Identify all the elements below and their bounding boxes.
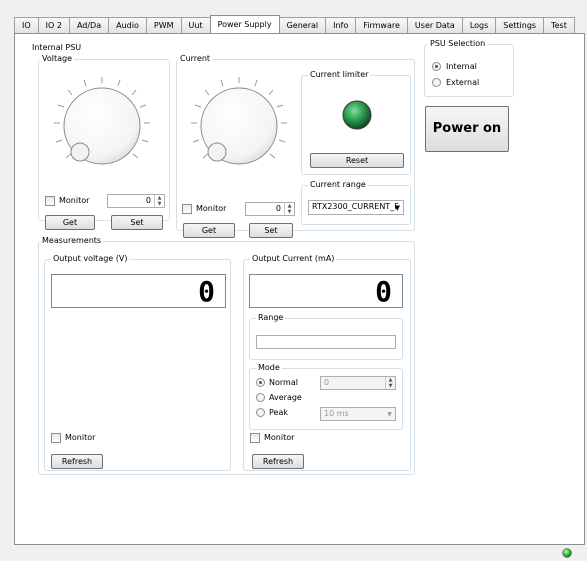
- spin-arrows-icon[interactable]: ▲ ▼: [284, 203, 294, 215]
- current-get-button[interactable]: Get: [183, 223, 235, 238]
- tab-uut[interactable]: Uut: [180, 17, 211, 33]
- voltage-set-button[interactable]: Set: [111, 215, 163, 230]
- output-current-monitor-checkbox[interactable]: [250, 433, 260, 443]
- mode-normal-label: Normal: [269, 378, 298, 387]
- current-monitor-checkbox[interactable]: [182, 204, 192, 214]
- status-led-icon: [562, 548, 572, 558]
- current-group: Current Monitor 0 ▲ ▼ Get Set Current limi…: [176, 54, 415, 238]
- current-monitor-label: Monitor: [196, 204, 227, 213]
- output-current-group: Output Current (mA) 0 Range Mode Normal …: [243, 254, 411, 471]
- mode-peak-label: Peak: [269, 408, 288, 417]
- tab-io-2[interactable]: IO 2: [37, 17, 70, 33]
- measurements-group: Measurements Output voltage (V) 0 Monito…: [38, 236, 415, 475]
- current-limiter-title: Current limiter: [308, 70, 371, 80]
- voltage-spinbox[interactable]: 0 ▲ ▼: [107, 194, 165, 208]
- mode-time-value: 10 ms: [324, 409, 349, 418]
- tab-test[interactable]: Test: [543, 17, 575, 33]
- application-window: IO IO 2 Ad/Da Audio PWM Uut Power Supply…: [0, 0, 587, 561]
- output-voltage-value: 0: [198, 275, 215, 308]
- current-limiter-led-icon: [342, 100, 372, 130]
- tab-bar: IO IO 2 Ad/Da Audio PWM Uut Power Supply…: [14, 15, 575, 33]
- current-range-selected: RTX2300_CURRENT_F: [312, 202, 399, 211]
- tab-general[interactable]: General: [278, 17, 327, 33]
- tab-power-supply[interactable]: Power Supply: [209, 15, 280, 33]
- tab-info[interactable]: Info: [325, 17, 357, 33]
- mode-average-label: Average: [269, 393, 302, 402]
- current-set-button[interactable]: Set: [249, 223, 293, 238]
- measurements-title: Measurements: [40, 236, 104, 246]
- current-limiter-group: Current limiter Reset: [301, 70, 411, 175]
- output-voltage-group: Output voltage (V) 0 Monitor Refresh: [44, 254, 231, 471]
- output-voltage-monitor-checkbox[interactable]: [51, 433, 61, 443]
- power-supply-panel: Internal PSU Voltage Monitor 0 ▲ ▼ Get S…: [14, 33, 585, 545]
- psu-selection-group: PSU Selection Internal External: [424, 39, 514, 97]
- tab-pwm[interactable]: PWM: [145, 17, 182, 33]
- output-current-value: 0: [375, 275, 392, 308]
- output-current-title: Output Current (mA): [250, 254, 337, 264]
- output-voltage-monitor-label: Monitor: [65, 433, 96, 442]
- tab-io[interactable]: IO: [14, 17, 39, 33]
- tab-ad-da[interactable]: Ad/Da: [68, 17, 110, 33]
- mode-normal-radio[interactable]: [256, 378, 265, 387]
- psu-external-radio[interactable]: [432, 78, 441, 87]
- mode-group: Mode Normal Average Peak 0 ▲ ▼ 10 ms ▼: [249, 363, 403, 430]
- output-voltage-title: Output voltage (V): [51, 254, 130, 264]
- output-voltage-refresh-button[interactable]: Refresh: [51, 454, 103, 469]
- tab-settings[interactable]: Settings: [495, 17, 545, 33]
- mode-count-spinbox[interactable]: 0 ▲ ▼: [320, 376, 396, 390]
- mode-title: Mode: [256, 363, 282, 373]
- output-current-display: 0: [249, 274, 403, 308]
- range-title: Range: [256, 313, 286, 323]
- voltage-monitor-label: Monitor: [59, 196, 90, 205]
- psu-external-label: External: [446, 78, 480, 87]
- mode-average-radio[interactable]: [256, 393, 265, 402]
- voltage-knob-icon[interactable]: [44, 70, 164, 180]
- current-range-group: Current range RTX2300_CURRENT_F ▼: [301, 180, 411, 225]
- internal-psu-title: Internal PSU: [32, 43, 82, 52]
- psu-internal-radio[interactable]: [432, 62, 441, 71]
- tab-logs[interactable]: Logs: [461, 17, 497, 33]
- spin-arrows-icon[interactable]: ▲ ▼: [385, 377, 395, 389]
- chevron-down-icon[interactable]: ▼: [395, 202, 400, 214]
- power-on-button[interactable]: Power on: [425, 106, 509, 152]
- tab-audio[interactable]: Audio: [108, 17, 147, 33]
- current-title: Current: [178, 54, 213, 64]
- voltage-get-button[interactable]: Get: [45, 215, 95, 230]
- current-spinbox[interactable]: 0 ▲ ▼: [245, 202, 295, 216]
- mode-peak-radio[interactable]: [256, 408, 265, 417]
- output-current-monitor-label: Monitor: [264, 433, 295, 442]
- mode-count-value: 0: [324, 378, 330, 387]
- voltage-group: Voltage Monitor 0 ▲ ▼ Get Set: [38, 54, 170, 230]
- tab-user-data[interactable]: User Data: [406, 17, 463, 33]
- output-voltage-display: 0: [51, 274, 226, 308]
- current-knob-icon[interactable]: [181, 70, 301, 180]
- current-limiter-reset-button[interactable]: Reset: [310, 153, 404, 168]
- spin-arrows-icon[interactable]: ▲ ▼: [154, 195, 164, 207]
- voltage-monitor-checkbox[interactable]: [45, 196, 55, 206]
- voltage-title: Voltage: [40, 54, 75, 64]
- mode-time-select[interactable]: 10 ms ▼: [320, 407, 396, 421]
- current-spin-value: 0: [275, 204, 281, 213]
- current-range-select[interactable]: RTX2300_CURRENT_F ▼: [308, 200, 404, 215]
- voltage-spin-value: 0: [145, 196, 151, 205]
- psu-internal-label: Internal: [446, 62, 477, 71]
- tab-firmware[interactable]: Firmware: [355, 17, 408, 33]
- chevron-down-icon[interactable]: ▼: [387, 409, 392, 421]
- psu-selection-title: PSU Selection: [428, 39, 488, 49]
- output-current-refresh-button[interactable]: Refresh: [252, 454, 304, 469]
- range-group: Range: [249, 313, 403, 360]
- range-field[interactable]: [256, 335, 396, 349]
- current-range-title: Current range: [308, 180, 368, 190]
